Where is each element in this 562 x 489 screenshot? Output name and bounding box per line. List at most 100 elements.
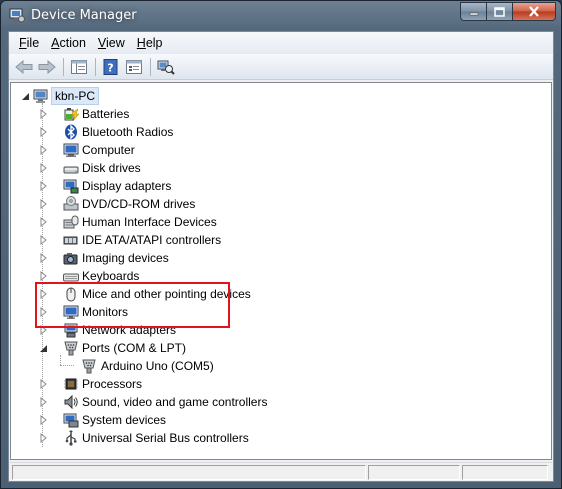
collapse-triangle-icon[interactable] bbox=[21, 91, 30, 101]
expand-triangle-icon[interactable] bbox=[39, 109, 48, 119]
tree-category-row[interactable]: Universal Serial Bus controllers bbox=[11, 429, 551, 447]
show-hide-console-tree-icon bbox=[71, 59, 87, 74]
expand-triangle-icon[interactable] bbox=[39, 163, 48, 173]
tree-category-label: Processors bbox=[82, 377, 143, 391]
close-button[interactable] bbox=[512, 2, 556, 21]
tree-category-row[interactable]: Human Interface Devices bbox=[11, 213, 551, 231]
properties-button[interactable] bbox=[123, 56, 145, 78]
tree-category-row[interactable]: Disk drives bbox=[11, 159, 551, 177]
expand-triangle-icon[interactable] bbox=[39, 253, 48, 263]
close-icon bbox=[529, 6, 539, 17]
tree-category-row[interactable]: Sound, video and game controllers bbox=[11, 393, 551, 411]
tree-category-label: Ports (COM & LPT) bbox=[82, 341, 187, 355]
tree-category-row[interactable]: IDE ATA/ATAPI controllers bbox=[11, 231, 551, 249]
tree-category-row[interactable]: Display adapters bbox=[11, 177, 551, 195]
computer-root-icon bbox=[33, 89, 48, 103]
tree-category-row[interactable]: Processors bbox=[11, 375, 551, 393]
maximize-button[interactable] bbox=[486, 2, 512, 21]
tree-root-label: kbn-PC bbox=[51, 87, 100, 105]
show-hide-console-tree-button[interactable] bbox=[68, 56, 90, 78]
scan-hardware-icon bbox=[157, 60, 175, 75]
tree-category-row[interactable]: Computer bbox=[11, 141, 551, 159]
tree-category-label: DVD/CD-ROM drives bbox=[82, 197, 196, 211]
window-controls bbox=[460, 2, 556, 21]
processor-icon bbox=[64, 378, 78, 390]
expand-triangle-icon[interactable] bbox=[39, 217, 48, 227]
tree-category-row[interactable]: Batteries bbox=[11, 105, 551, 123]
expand-triangle-icon[interactable] bbox=[39, 145, 48, 155]
menu-view-label: iew bbox=[106, 36, 125, 50]
window-title: Device Manager bbox=[31, 8, 137, 23]
expand-triangle-icon[interactable] bbox=[39, 433, 48, 443]
toolbar: ? bbox=[9, 54, 553, 80]
svg-text:?: ? bbox=[107, 61, 113, 74]
forward-button[interactable] bbox=[36, 56, 58, 78]
tree-category-row[interactable]: Imaging devices bbox=[11, 249, 551, 267]
minimize-icon bbox=[469, 12, 478, 15]
battery-icon bbox=[64, 108, 79, 122]
speaker-icon bbox=[64, 394, 78, 410]
expand-triangle-icon[interactable] bbox=[39, 181, 48, 191]
tree-category-label: System devices bbox=[82, 413, 167, 427]
menu-action[interactable]: Action bbox=[45, 33, 92, 53]
menu-action-label: ction bbox=[59, 36, 86, 50]
client-area: File Action View Help ? kbn-PC Batteries… bbox=[8, 31, 554, 482]
toolbar-separator bbox=[95, 57, 96, 76]
camera-icon bbox=[63, 253, 78, 265]
tree-category-label: Batteries bbox=[82, 107, 130, 121]
tree-category-label: Computer bbox=[82, 143, 135, 157]
tree-root-row[interactable]: kbn-PC bbox=[11, 87, 551, 105]
tree-category-label: Universal Serial Bus controllers bbox=[82, 431, 249, 445]
port-icon bbox=[64, 341, 78, 356]
tree-category-label: Sound, video and game controllers bbox=[82, 395, 268, 409]
help-button[interactable]: ? bbox=[100, 56, 122, 78]
tree-category-label: Keyboards bbox=[82, 269, 140, 283]
toolbar-separator bbox=[150, 57, 151, 76]
menu-help[interactable]: Help bbox=[131, 33, 169, 53]
expand-triangle-icon[interactable] bbox=[39, 415, 48, 425]
forward-arrow-icon bbox=[38, 59, 56, 74]
tree-category-label: Bluetooth Radios bbox=[82, 125, 174, 139]
expand-triangle-icon[interactable] bbox=[39, 271, 48, 281]
display-adapter-icon bbox=[63, 179, 79, 194]
dvd-drive-icon bbox=[63, 196, 79, 211]
menu-file-mnemonic: F bbox=[19, 36, 27, 50]
expand-triangle-icon[interactable] bbox=[39, 235, 48, 245]
computer-icon bbox=[63, 143, 79, 157]
menu-view[interactable]: View bbox=[92, 33, 131, 53]
device-manager-window: Device Manager File Action View Help ? k… bbox=[0, 0, 562, 489]
system-device-icon bbox=[63, 413, 79, 428]
status-pane bbox=[462, 465, 548, 480]
title-bar[interactable]: Device Manager bbox=[1, 1, 561, 31]
device-manager-icon bbox=[9, 8, 25, 23]
scan-hardware-button[interactable] bbox=[155, 56, 177, 78]
expand-triangle-icon[interactable] bbox=[39, 127, 48, 137]
tree-category-label: Human Interface Devices bbox=[82, 215, 217, 229]
status-pane bbox=[12, 465, 366, 480]
menu-file[interactable]: File bbox=[13, 33, 45, 53]
expand-triangle-icon[interactable] bbox=[39, 397, 48, 407]
menu-help-label: elp bbox=[145, 36, 163, 50]
tree-device-row[interactable]: Arduino Uno (COM5) bbox=[11, 357, 551, 375]
tree-category-row[interactable]: Bluetooth Radios bbox=[11, 123, 551, 141]
device-tree[interactable]: kbn-PC Batteries Bluetooth Radios Computer… bbox=[10, 82, 552, 460]
tree-category-row[interactable]: System devices bbox=[11, 411, 551, 429]
maximize-icon bbox=[494, 6, 505, 17]
help-icon: ? bbox=[103, 58, 118, 75]
tree-device-label: Arduino Uno (COM5) bbox=[101, 359, 214, 373]
menu-bar: File Action View Help bbox=[9, 32, 553, 54]
hid-icon bbox=[63, 215, 79, 229]
menu-view-mnemonic: V bbox=[97, 36, 107, 50]
back-button[interactable] bbox=[13, 56, 35, 78]
collapse-triangle-icon[interactable] bbox=[39, 343, 48, 353]
tree-category-row[interactable]: DVD/CD-ROM drives bbox=[11, 195, 551, 213]
tree-category-row[interactable]: Ports (COM & LPT) bbox=[11, 339, 551, 357]
ports-highlight-box bbox=[35, 282, 230, 328]
back-arrow-icon bbox=[15, 59, 33, 74]
expand-triangle-icon[interactable] bbox=[39, 199, 48, 209]
menu-action-mnemonic: A bbox=[51, 36, 60, 50]
port-icon bbox=[82, 359, 96, 374]
usb-icon bbox=[65, 430, 77, 446]
expand-triangle-icon[interactable] bbox=[39, 379, 48, 389]
minimize-button[interactable] bbox=[460, 2, 486, 21]
